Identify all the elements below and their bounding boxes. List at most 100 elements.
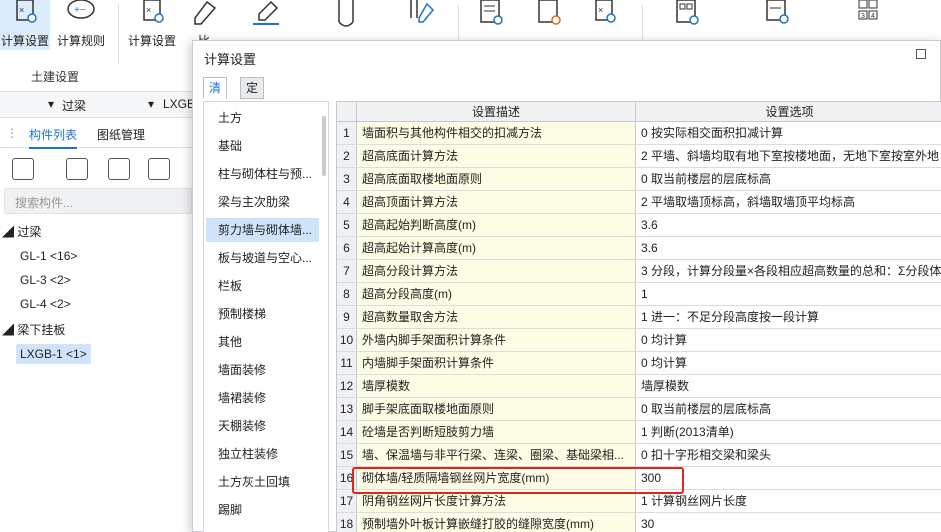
row-option[interactable]: 1 计算钢丝网片长度 (636, 490, 941, 512)
number-grid-icon: 34 (858, 0, 878, 20)
calc-settings-button-2[interactable]: × 计算设置 (124, 0, 180, 50)
grid-settings-icon (676, 0, 699, 25)
delete-icon[interactable] (108, 158, 130, 180)
svg-text:×: × (146, 5, 151, 15)
category-item[interactable]: 墙裙装修 (206, 386, 319, 410)
table-row[interactable]: 12 墙厚模数 墙厚模数 (337, 375, 941, 398)
maximize-icon[interactable] (916, 49, 926, 59)
beam-icon (338, 0, 354, 27)
doc-settings-icon (766, 0, 789, 24)
table-row[interactable]: 5 超高起始判断高度(m) 3.6 (337, 214, 941, 237)
row-option[interactable]: 0 取当前楼层的层底标高 (636, 168, 941, 190)
row-description: 阴角钢丝网片长度计算方法 (357, 490, 636, 512)
row-option[interactable]: 30 (636, 513, 941, 532)
row-option[interactable]: 0 按实际相交面积扣减计算 (636, 122, 941, 144)
category-item[interactable]: 独立柱装修 (206, 442, 319, 466)
category-item[interactable]: 土方灰土回填 (206, 470, 319, 494)
row-option[interactable]: 300 (636, 467, 941, 489)
tree-item[interactable]: GL-3 <2> (20, 270, 71, 290)
table-row[interactable]: 14 砼墙是否判断短肢剪力墙 1 判断(2013清单) (337, 421, 941, 444)
chevron-down-icon[interactable]: ▾ (48, 97, 54, 111)
row-option[interactable]: 3 分段，计算分段量×各段相应超高数量的总和：Σ分段体 (636, 260, 941, 282)
table-row[interactable]: 15 墙、保温墙与非平行梁、连梁、圈梁、基础梁相... 0 扣十字形相交梁和梁头 (337, 444, 941, 467)
table-row[interactable]: 11 内墙脚手架面积计算条件 0 均计算 (337, 352, 941, 375)
category-item[interactable]: 墙面装修 (206, 358, 319, 382)
table-row[interactable]: 16 砌体墙/轻质隔墙钢丝网片宽度(mm) 300 (337, 467, 941, 490)
panel-toolbar (0, 152, 196, 188)
row-index: 10 (337, 329, 357, 351)
row-option[interactable]: 2 平墙、斜墙均取有地下室按楼地面，无地下室按室外地 (636, 145, 941, 167)
row-index: 18 (337, 513, 357, 532)
row-option[interactable]: 2 平墙取墙顶标高，斜墙取墙顶平均标高 (636, 191, 941, 213)
table-row[interactable]: 6 超高起始计算高度(m) 3.6 (337, 237, 941, 260)
row-option[interactable]: 3.6 (636, 237, 941, 259)
name-combo[interactable]: LXGB (163, 97, 195, 111)
tree-label: 梁下挂板 (17, 323, 66, 337)
table-row[interactable]: 17 阴角钢丝网片长度计算方法 1 计算钢丝网片长度 (337, 490, 941, 513)
row-description: 超高底面取楼地面原则 (357, 168, 636, 190)
row-option[interactable]: 0 取当前楼层的层底标高 (636, 398, 941, 420)
calc-settings-button[interactable]: × 计算设置 (0, 0, 50, 50)
tree-category[interactable]: ◢ 过梁 (2, 222, 41, 242)
flame-settings-icon (538, 0, 561, 25)
chevron-down-icon[interactable]: ▾ (148, 97, 154, 111)
category-item[interactable]: 剪力墙与砌体墙... (206, 218, 319, 242)
row-description: 超高数量取舍方法 (357, 306, 636, 328)
row-description: 墙面积与其他构件相交的扣减方法 (357, 122, 636, 144)
table-row[interactable]: 8 超高分段高度(m) 1 (337, 283, 941, 306)
tree-category[interactable]: ◢ 梁下挂板 (2, 320, 65, 340)
row-index: 8 (337, 283, 357, 305)
search-input[interactable]: 搜索构件... (4, 188, 192, 214)
duplicate-icon[interactable] (148, 158, 170, 180)
row-option[interactable]: 1 (636, 283, 941, 305)
copy-icon[interactable] (66, 158, 88, 180)
category-item[interactable]: 梁与主次肋梁 (206, 190, 319, 214)
category-item[interactable]: 踢脚 (206, 498, 319, 522)
row-option[interactable]: 1 进一：不足分段高度按一段计算 (636, 306, 941, 328)
svg-text:+−: +− (74, 5, 86, 16)
calc-rules-button[interactable]: +− 计算规则 (53, 0, 109, 50)
table-row[interactable]: 7 超高分段计算方法 3 分段，计算分段量×各段相应超高数量的总和：Σ分段体 (337, 260, 941, 283)
new-icon[interactable] (12, 158, 34, 180)
table-row[interactable]: 13 脚手架底面取楼地面原则 0 取当前楼层的层底标高 (337, 398, 941, 421)
category-item[interactable]: 其他 (206, 330, 319, 354)
tab-bill[interactable]: 清单 (203, 77, 228, 115)
row-index: 7 (337, 260, 357, 282)
row-option[interactable]: 0 扣十字形相交梁和梁头 (636, 444, 941, 466)
table-row[interactable]: 9 超高数量取舍方法 1 进一：不足分段高度按一段计算 (337, 306, 941, 329)
type-combo[interactable]: 过梁 (62, 97, 86, 114)
table-row[interactable]: 18 预制墙外叶板计算嵌缝打胶的缝隙宽度(mm) 30 (337, 513, 941, 532)
table-row[interactable]: 1 墙面积与其他构件相交的扣减方法 0 按实际相交面积扣减计算 (337, 122, 941, 145)
row-description: 砌体墙/轻质隔墙钢丝网片宽度(mm) (357, 467, 636, 489)
category-item[interactable]: 土方 (206, 106, 319, 130)
category-item[interactable]: 基础 (206, 134, 319, 158)
category-item[interactable]: 预制楼梯 (206, 302, 319, 326)
row-option[interactable]: 墙厚模数 (636, 375, 941, 397)
row-option[interactable]: 0 均计算 (636, 329, 941, 351)
scrollbar[interactable] (322, 116, 326, 176)
row-index: 5 (337, 214, 357, 236)
category-item[interactable]: 天棚装修 (206, 414, 319, 438)
drag-handle-icon[interactable]: ⋮ (6, 126, 18, 140)
category-item[interactable]: 柱与砌体柱与预... (206, 162, 319, 186)
svg-text:×: × (598, 5, 603, 15)
tab-quota[interactable]: 定额 (240, 77, 265, 115)
row-option[interactable]: 0 均计算 (636, 352, 941, 374)
row-index: 11 (337, 352, 357, 374)
row-option[interactable]: 3.6 (636, 214, 941, 236)
panel-tabs: ⋮ 构件列表 图纸管理 (0, 120, 196, 149)
table-row[interactable]: 3 超高底面取楼地面原则 0 取当前楼层的层底标高 (337, 168, 941, 191)
tab-drawing-management[interactable]: 图纸管理 (97, 126, 145, 143)
tree-item[interactable]: GL-1 <16> (20, 246, 77, 266)
table-row[interactable]: 4 超高顶面计算方法 2 平墙取墙顶标高，斜墙取墙顶平均标高 (337, 191, 941, 214)
row-description: 脚手架底面取楼地面原则 (357, 398, 636, 420)
tab-component-list[interactable]: 构件列表 (29, 126, 78, 149)
category-item[interactable]: 栏板 (206, 274, 319, 298)
table-row[interactable]: 2 超高底面计算方法 2 平墙、斜墙均取有地下室按楼地面，无地下室按室外地 (337, 145, 941, 168)
tree-item-selected[interactable]: LXGB-1 <1> (16, 344, 91, 364)
category-item[interactable]: 板与坡道与空心... (206, 246, 319, 270)
dialog-title: 计算设置 (204, 52, 257, 67)
tree-item[interactable]: GL-4 <2> (20, 294, 71, 314)
table-row[interactable]: 10 外墙内脚手架面积计算条件 0 均计算 (337, 329, 941, 352)
row-option[interactable]: 1 判断(2013清单) (636, 421, 941, 443)
